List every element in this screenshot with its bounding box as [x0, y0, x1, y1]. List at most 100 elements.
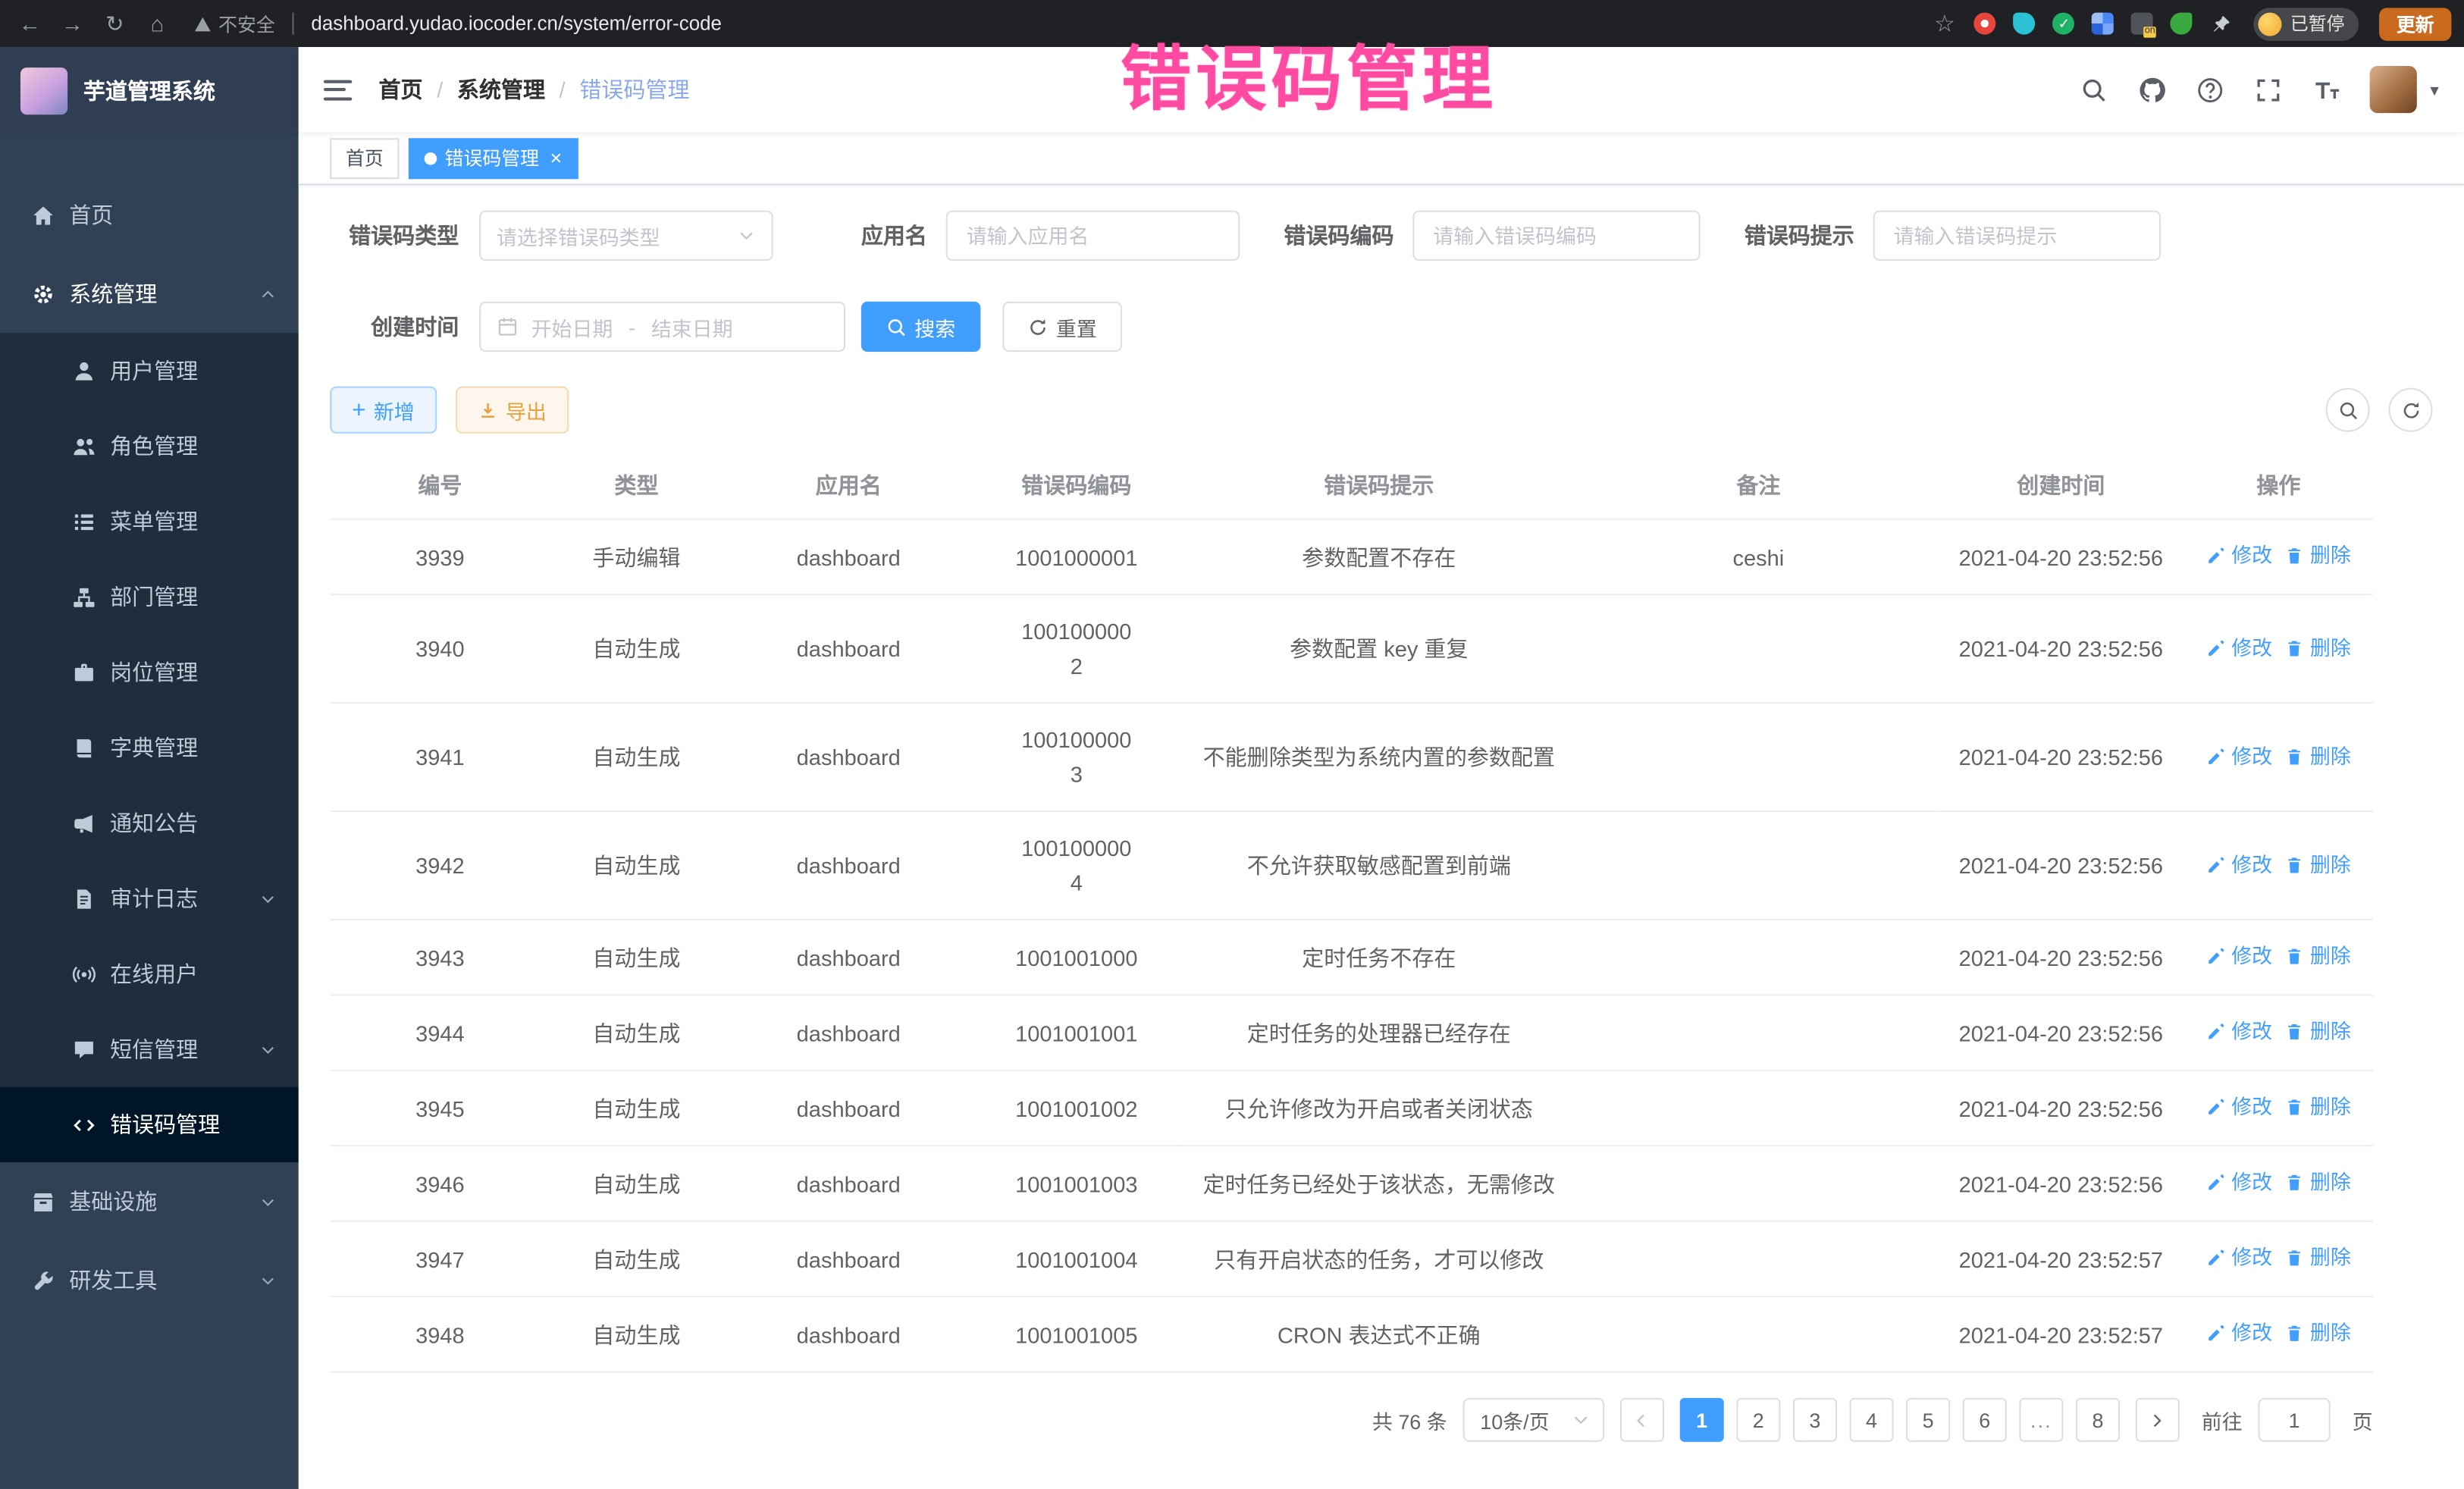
trash-icon	[2285, 638, 2304, 657]
extension-icon-red[interactable]	[1974, 13, 1996, 35]
sidebar-item-用户管理[interactable]: 用户管理	[0, 333, 299, 408]
table-tools	[2326, 388, 2433, 432]
edit-link[interactable]: 修改	[2206, 939, 2272, 974]
edit-link[interactable]: 修改	[2206, 739, 2272, 774]
delete-link[interactable]: 删除	[2285, 848, 2351, 882]
fullscreen-icon[interactable]	[2254, 75, 2282, 103]
delete-link[interactable]: 删除	[2285, 1316, 2351, 1351]
error-msg-input[interactable]	[1873, 211, 2161, 261]
edit-link[interactable]: 修改	[2206, 848, 2272, 882]
page-button-8[interactable]: 8	[2076, 1398, 2120, 1442]
browser-home-icon[interactable]: ⌂	[140, 11, 174, 36]
cell-remark	[1579, 811, 1938, 920]
browser-update-button[interactable]: 更新	[2379, 7, 2451, 40]
cell-code: 100100000 3	[974, 703, 1178, 811]
date-range-picker[interactable]: 开始日期 - 结束日期	[479, 302, 845, 352]
close-icon[interactable]: ×	[550, 148, 563, 168]
delete-link[interactable]: 删除	[2285, 539, 2351, 574]
extension-icon-switch[interactable]	[2132, 13, 2154, 35]
app-name-input[interactable]	[946, 211, 1240, 261]
cell-remark	[1579, 594, 1938, 703]
edit-link[interactable]: 修改	[2206, 1241, 2272, 1276]
delete-link[interactable]: 删除	[2285, 939, 2351, 974]
sidebar-item-系统管理[interactable]: 系统管理	[0, 255, 299, 334]
search-icon[interactable]	[2080, 75, 2108, 103]
tab-首页[interactable]: 首页	[330, 137, 399, 178]
security-status[interactable]: 不安全	[195, 10, 275, 36]
edit-link[interactable]: 修改	[2206, 1090, 2272, 1125]
sidebar-item-通知公告[interactable]: 通知公告	[0, 785, 299, 860]
profile-paused-badge[interactable]: 已暂停	[2254, 7, 2359, 40]
user-avatar[interactable]	[2371, 66, 2418, 113]
sidebar-item-首页[interactable]: 首页	[0, 176, 299, 255]
bookmark-star-icon[interactable]: ☆	[1927, 9, 1962, 37]
extension-icon-leaf[interactable]	[2171, 13, 2193, 35]
help-icon[interactable]	[2196, 75, 2224, 103]
search-button[interactable]: 搜索	[861, 302, 981, 352]
security-label: 不安全	[218, 10, 275, 36]
font-size-icon[interactable]	[2312, 75, 2340, 103]
cell-id: 3944	[330, 995, 550, 1070]
page-button-3[interactable]: 3	[1793, 1398, 1837, 1442]
error-type-select[interactable]: 请选择错误码类型	[479, 211, 773, 261]
sidebar-item-角色管理[interactable]: 角色管理	[0, 409, 299, 484]
edit-link[interactable]: 修改	[2206, 1165, 2272, 1200]
delete-link[interactable]: 删除	[2285, 739, 2351, 774]
github-icon[interactable]	[2138, 75, 2166, 103]
delete-link[interactable]: 删除	[2285, 1090, 2351, 1125]
delete-link[interactable]: 删除	[2285, 1241, 2351, 1276]
reload-icon[interactable]: ↻	[98, 10, 133, 36]
sidebar-item-研发工具[interactable]: 研发工具	[0, 1241, 299, 1320]
url-text[interactable]: dashboard.yudao.iocoder.cn/system/error-…	[311, 13, 1919, 35]
extension-icon-green-check[interactable]	[2053, 13, 2075, 35]
tab-错误码管理[interactable]: 错误码管理×	[409, 137, 578, 178]
extensions-pin-icon[interactable]	[2210, 13, 2232, 35]
page-button-6[interactable]: 6	[1963, 1398, 2007, 1442]
refresh-table-button[interactable]	[2389, 388, 2433, 432]
toggle-search-button[interactable]	[2326, 388, 2370, 432]
page-ellipsis[interactable]: ...	[2019, 1398, 2063, 1442]
reset-button[interactable]: 重置	[1002, 302, 1122, 352]
chevron-down-icon[interactable]: ▾	[2430, 80, 2438, 100]
next-page-button[interactable]	[2136, 1398, 2180, 1442]
delete-link[interactable]: 删除	[2285, 1014, 2351, 1049]
page-size-select[interactable]: 10条/页	[1462, 1398, 1604, 1442]
extension-icon-blue-grid[interactable]	[2093, 13, 2114, 35]
delete-link[interactable]: 删除	[2285, 631, 2351, 666]
back-icon[interactable]: ←	[13, 11, 48, 36]
edit-link[interactable]: 修改	[2206, 631, 2272, 666]
forward-icon[interactable]: →	[55, 11, 90, 36]
pencil-icon	[2206, 1098, 2225, 1117]
sidebar-item-字典管理[interactable]: 字典管理	[0, 710, 299, 785]
cell-remark	[1579, 1071, 1938, 1146]
edit-link[interactable]: 修改	[2206, 1014, 2272, 1049]
sidebar-item-短信管理[interactable]: 短信管理	[0, 1011, 299, 1086]
add-button[interactable]: + 新增	[330, 387, 436, 434]
sidebar-item-在线用户[interactable]: 在线用户	[0, 936, 299, 1011]
sidebar-item-基础设施[interactable]: 基础设施	[0, 1162, 299, 1241]
sidebar-item-部门管理[interactable]: 部门管理	[0, 560, 299, 635]
breadcrumb-item-首页[interactable]: 首页	[379, 74, 423, 105]
sidebar-item-审计日志[interactable]: 审计日志	[0, 860, 299, 936]
delete-link[interactable]: 删除	[2285, 1165, 2351, 1200]
sidebar-item-错误码管理[interactable]: 错误码管理	[0, 1087, 299, 1162]
page-button-1[interactable]: 1	[1680, 1398, 1724, 1442]
prev-page-button[interactable]	[1620, 1398, 1664, 1442]
filter-date-label: 创建时间	[330, 311, 459, 342]
page-button-5[interactable]: 5	[1906, 1398, 1950, 1442]
sidebar-item-岗位管理[interactable]: 岗位管理	[0, 635, 299, 710]
hamburger-icon[interactable]	[324, 80, 352, 100]
cell-created: 2021-04-20 23:52:56	[1938, 811, 2184, 920]
page-button-4[interactable]: 4	[1850, 1398, 1894, 1442]
export-button[interactable]: 导出	[456, 387, 569, 434]
page-button-2[interactable]: 2	[1736, 1398, 1780, 1442]
edit-link[interactable]: 修改	[2206, 539, 2272, 574]
error-code-input[interactable]	[1412, 211, 1700, 261]
extension-icon-teal[interactable]	[2014, 13, 2036, 35]
breadcrumb-item-系统管理[interactable]: 系统管理	[457, 74, 545, 105]
goto-page-input[interactable]	[2258, 1398, 2330, 1442]
edit-link[interactable]: 修改	[2206, 1316, 2272, 1351]
sidebar-item-菜单管理[interactable]: 菜单管理	[0, 484, 299, 559]
app-logo[interactable]: 芋道管理系统	[0, 47, 299, 135]
cell-code: 1001001001	[974, 995, 1178, 1070]
